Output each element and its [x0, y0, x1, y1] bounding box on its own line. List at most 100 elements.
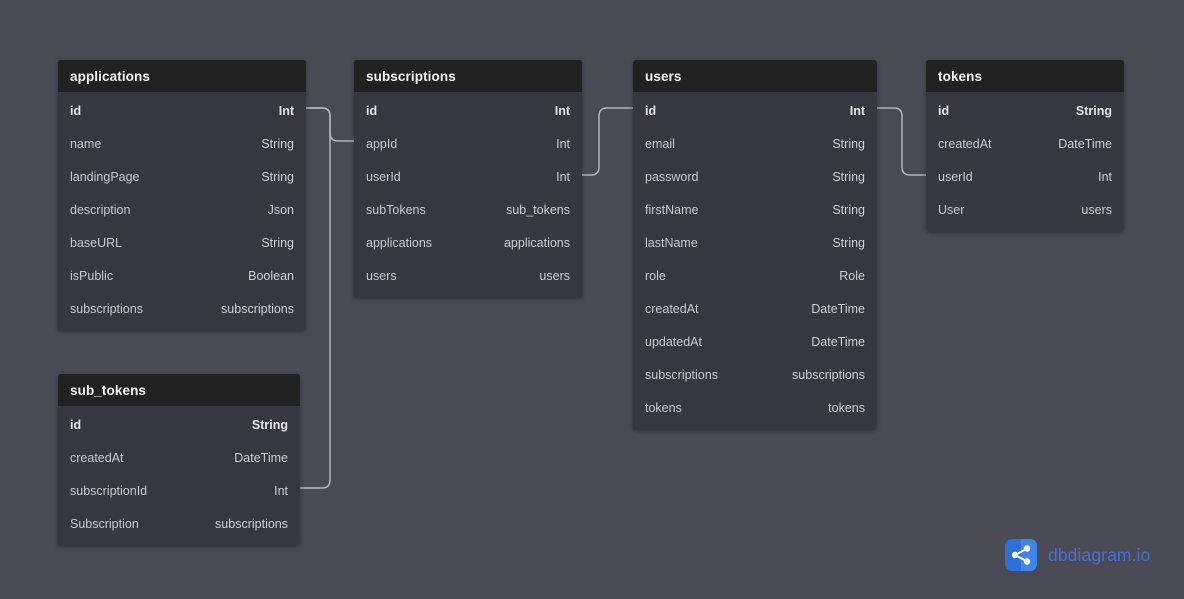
field-row[interactable]: landingPage String	[58, 160, 306, 193]
field-name: updatedAt	[645, 334, 702, 349]
field-row[interactable]: name String	[58, 127, 306, 160]
field-type: subscriptions	[792, 367, 865, 382]
field-name: User	[938, 202, 965, 217]
field-row[interactable]: id Int	[633, 94, 877, 127]
field-name: createdAt	[938, 136, 992, 151]
field-type: sub_tokens	[506, 202, 570, 217]
field-type: Int	[556, 136, 570, 151]
field-row[interactable]: id Int	[58, 94, 306, 127]
field-row[interactable]: Subscription subscriptions	[58, 507, 300, 540]
field-name: applications	[366, 235, 433, 250]
connector-subscriptions-users	[581, 107, 634, 176]
table-tokens[interactable]: tokens id String createdAt DateTime userId Int…	[926, 60, 1124, 232]
field-type: Int	[849, 103, 865, 118]
field-row[interactable]: users users	[354, 259, 582, 292]
field-type: applications	[503, 235, 570, 250]
field-type: Int	[278, 103, 294, 118]
field-type: String	[832, 202, 865, 217]
table-body-subscriptions: id Int appId Int userId Int subTokens sub_token…	[354, 92, 582, 298]
field-row[interactable]: baseURL String	[58, 226, 306, 259]
field-row[interactable]: isPublic Boolean	[58, 259, 306, 292]
field-type: String	[832, 169, 865, 184]
field-name: subTokens	[366, 202, 426, 217]
field-type: tokens	[828, 400, 865, 415]
table-sub_tokens[interactable]: sub_tokens id String createdAt DateTime subsc…	[58, 374, 300, 546]
table-name: subscriptions	[366, 68, 456, 84]
field-row[interactable]: createdAt DateTime	[633, 292, 877, 325]
field-row[interactable]: createdAt DateTime	[58, 441, 300, 474]
table-name: users	[645, 68, 682, 84]
field-name: subscriptions	[70, 301, 143, 316]
connector-applications-subscriptions	[305, 107, 355, 142]
field-type: String	[261, 136, 294, 151]
field-row[interactable]: subTokens sub_tokens	[354, 193, 582, 226]
table-name: tokens	[938, 68, 983, 84]
field-name: users	[366, 268, 397, 283]
diagram-canvas[interactable]: applications id Int name String landingPage St…	[0, 0, 1184, 599]
field-row[interactable]: userId Int	[926, 160, 1124, 193]
field-row[interactable]: tokens tokens	[633, 391, 877, 424]
table-body-applications: id Int name String landingPage String descript…	[58, 92, 306, 331]
field-type: Int	[554, 103, 570, 118]
table-header-tokens[interactable]: tokens	[926, 60, 1124, 92]
field-type: String	[1075, 103, 1112, 118]
field-name: tokens	[645, 400, 682, 415]
table-applications[interactable]: applications id Int name String landingPage St…	[58, 60, 306, 331]
field-type: subscriptions	[221, 301, 294, 316]
field-row[interactable]: updatedAt DateTime	[633, 325, 877, 358]
field-name: createdAt	[645, 301, 699, 316]
field-row[interactable]: subscriptionId Int	[58, 474, 300, 507]
field-name: firstName	[645, 202, 699, 217]
field-row[interactable]: appId Int	[354, 127, 582, 160]
field-row[interactable]: createdAt DateTime	[926, 127, 1124, 160]
field-type: Boolean	[248, 268, 294, 283]
field-row[interactable]: User users	[926, 193, 1124, 226]
field-name: description	[70, 202, 131, 217]
table-header-users[interactable]: users	[633, 60, 877, 92]
field-row[interactable]: id String	[58, 408, 300, 441]
field-row[interactable]: subscriptions subscriptions	[58, 292, 306, 325]
field-row[interactable]: id String	[926, 94, 1124, 127]
connector-users-tokens	[876, 107, 927, 176]
field-name: baseURL	[70, 235, 123, 250]
field-type: String	[251, 417, 288, 432]
field-row[interactable]: role Role	[633, 259, 877, 292]
table-header-sub_tokens[interactable]: sub_tokens	[58, 374, 300, 406]
table-header-subscriptions[interactable]: subscriptions	[354, 60, 582, 92]
table-body-tokens: id String createdAt DateTime userId Int User us…	[926, 92, 1124, 232]
field-row[interactable]: userId Int	[354, 160, 582, 193]
field-type: DateTime	[811, 301, 865, 316]
field-type: String	[832, 235, 865, 250]
field-row[interactable]: applications applications	[354, 226, 582, 259]
field-row[interactable]: firstName String	[633, 193, 877, 226]
field-row[interactable]: password String	[633, 160, 877, 193]
field-type: String	[832, 136, 865, 151]
dbdiagram-watermark[interactable]: dbdiagram.io	[1005, 539, 1150, 571]
field-name: id	[366, 103, 378, 118]
field-type: String	[261, 235, 294, 250]
table-header-applications[interactable]: applications	[58, 60, 306, 92]
field-name: id	[938, 103, 950, 118]
table-body-users: id Int email String password String firstName S…	[633, 92, 877, 430]
field-type: subscriptions	[215, 516, 288, 531]
field-name: landingPage	[70, 169, 140, 184]
field-type: Int	[1098, 169, 1112, 184]
field-type: users	[1081, 202, 1112, 217]
field-name: lastName	[645, 235, 698, 250]
field-row[interactable]: email String	[633, 127, 877, 160]
field-row[interactable]: subscriptions subscriptions	[633, 358, 877, 391]
field-type: Int	[274, 483, 288, 498]
field-type: String	[261, 169, 294, 184]
field-name: subscriptions	[645, 367, 718, 382]
field-name: email	[645, 136, 675, 151]
field-row[interactable]: description Json	[58, 193, 306, 226]
field-row[interactable]: id Int	[354, 94, 582, 127]
field-type: DateTime	[811, 334, 865, 349]
table-users[interactable]: users id Int email String password String first…	[633, 60, 877, 430]
table-body-sub_tokens: id String createdAt DateTime subscriptionId I…	[58, 406, 300, 546]
field-name: id	[645, 103, 657, 118]
table-subscriptions[interactable]: subscriptions id Int appId Int userId Int subTo…	[354, 60, 582, 298]
field-name: password	[645, 169, 699, 184]
field-name: subscriptionId	[70, 483, 148, 498]
field-row[interactable]: lastName String	[633, 226, 877, 259]
